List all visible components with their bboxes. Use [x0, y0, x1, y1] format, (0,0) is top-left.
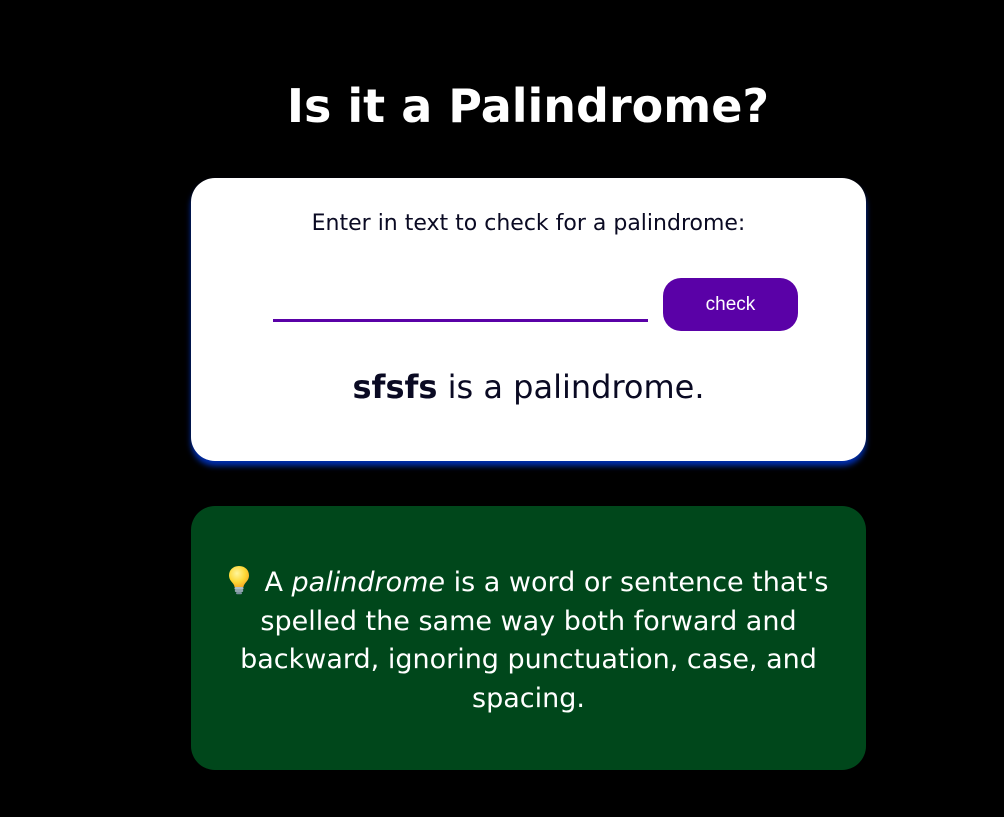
palindrome-definition-card: A palindrome is a word or sentence that'…: [191, 506, 866, 770]
page-title: Is it a Palindrome?: [286, 79, 770, 133]
result-word: sfsfs: [352, 368, 438, 406]
definition-prefix: A: [264, 567, 292, 598]
palindrome-definition: A palindrome is a word or sentence that'…: [221, 564, 836, 718]
palindrome-checker-card: Enter in text to check for a palindrome:…: [191, 178, 866, 461]
text-input-label: Enter in text to check for a palindrome:: [311, 211, 746, 236]
lightbulb-icon: [228, 565, 250, 595]
definition-term: palindrome: [291, 567, 446, 598]
check-button[interactable]: check: [663, 278, 798, 331]
result-text: is a palindrome.: [437, 368, 705, 406]
text-input[interactable]: [273, 278, 648, 322]
result-message: sfsfs is a palindrome.: [191, 366, 866, 408]
palindrome-checker-page: Is it a Palindrome? Enter in text to che…: [0, 0, 1004, 817]
